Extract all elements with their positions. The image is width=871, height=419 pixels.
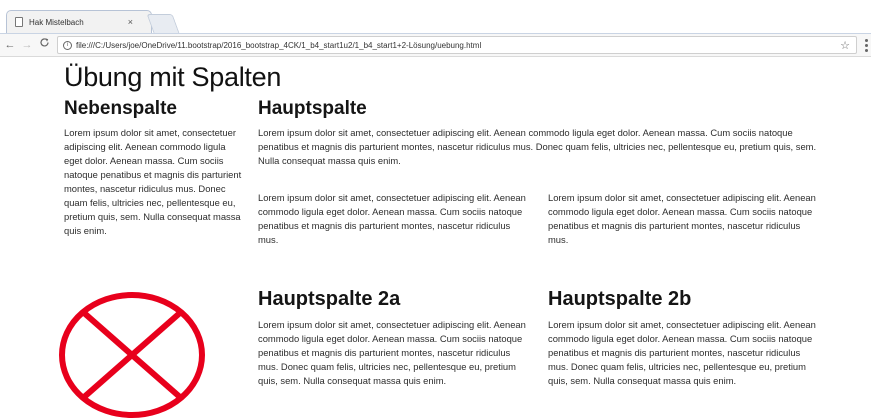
browser-tab[interactable]: Hak Mistelbach × xyxy=(6,10,152,33)
main-2b-text: Lorem ipsum dolor sit amet, consectetuer… xyxy=(548,319,816,386)
close-tab-icon[interactable]: × xyxy=(128,17,133,27)
browser-menu-icon[interactable] xyxy=(865,38,869,52)
reload-icon xyxy=(39,38,49,47)
page-content: Übung mit Spalten Nebenspalte Lorem ipsu… xyxy=(0,57,871,419)
back-button[interactable]: ← xyxy=(3,37,17,53)
browser-toolbar: ← → i file:///C:/Users/joe/OneDrive/11.b… xyxy=(0,33,871,57)
crossed-circle-icon xyxy=(59,292,205,418)
tab-title: Hak Mistelbach xyxy=(29,17,84,27)
main-subcolumn-right-text: Lorem ipsum dolor sit amet, consectetuer… xyxy=(548,192,816,245)
tab-strip: Hak Mistelbach × xyxy=(0,0,871,33)
page-icon xyxy=(15,17,23,27)
main-column-text: Lorem ipsum dolor sit amet, consectetuer… xyxy=(258,127,817,166)
main-column-heading: Hauptspalte xyxy=(258,98,367,119)
page-title: Übung mit Spalten xyxy=(64,62,282,92)
main-subcolumn-left-text: Lorem ipsum dolor sit amet, consectetuer… xyxy=(258,192,526,245)
new-tab-button[interactable] xyxy=(146,14,180,33)
forward-button[interactable]: → xyxy=(20,37,34,53)
address-bar[interactable]: i file:///C:/Users/joe/OneDrive/11.boots… xyxy=(57,36,857,54)
info-icon[interactable]: i xyxy=(63,40,72,50)
main-2b-heading: Hauptspalte 2b xyxy=(548,288,692,310)
main-2a-heading: Hauptspalte 2a xyxy=(258,288,401,310)
reload-button[interactable] xyxy=(37,37,51,53)
side-column-heading: Nebenspalte xyxy=(64,98,177,119)
side-column-text: Lorem ipsum dolor sit amet, consectetuer… xyxy=(64,127,242,236)
main-2a-text: Lorem ipsum dolor sit amet, consectetuer… xyxy=(258,319,526,386)
bookmark-star-icon[interactable]: ☆ xyxy=(840,39,850,52)
url-text[interactable]: file:///C:/Users/joe/OneDrive/11.bootstr… xyxy=(76,41,840,50)
